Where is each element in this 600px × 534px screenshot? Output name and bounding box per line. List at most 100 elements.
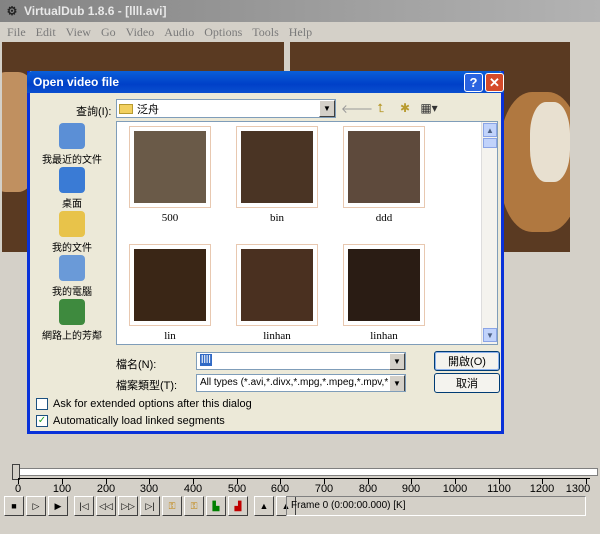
file-thumbnail[interactable]: [343, 244, 425, 326]
tick-label: 1300: [565, 483, 591, 495]
filetype-dropdown[interactable]: All types (*.avi,*.divx,*.mpg,*.mpeg,*.m…: [196, 374, 406, 392]
new-folder-icon[interactable]: ✱: [396, 99, 414, 117]
file-thumbnail[interactable]: [236, 126, 318, 208]
menu-tools[interactable]: Tools: [247, 25, 284, 40]
tick-label: 800: [358, 483, 378, 495]
transport-controls: ■ ▷ ▶ |◁ ◁◁ ▷▷ ▷| ⚿ ⚿ ▙ ▟ ▲ ▲: [4, 496, 296, 516]
close-button[interactable]: ✕: [485, 73, 504, 92]
tick-label: 900: [401, 483, 421, 495]
up-folder-icon[interactable]: ⮤: [372, 99, 390, 117]
file-thumbnail[interactable]: [129, 126, 211, 208]
place-my-computer[interactable]: 我的電腦: [34, 255, 110, 298]
play-input-button[interactable]: ▷: [26, 496, 46, 516]
place-label: 桌面: [62, 199, 82, 210]
linked-segments-row[interactable]: ✓ Automatically load linked segments: [36, 415, 225, 427]
back-arrow-icon[interactable]: 🡐: [341, 99, 373, 117]
filename-input[interactable]: llll ▼: [196, 352, 406, 370]
scrollbar-thumb[interactable]: [483, 138, 497, 148]
my-computer-icon: [59, 255, 85, 281]
app-titlebar: ⚙ VirtualDub 1.8.6 - [llll.avi]: [0, 0, 600, 22]
stop-button[interactable]: ■: [4, 496, 24, 516]
file-name-label[interactable]: lin: [129, 330, 211, 342]
scroll-up-icon[interactable]: ▲: [483, 123, 497, 137]
play-output-button[interactable]: ▶: [48, 496, 68, 516]
video-thumbnail-image: [348, 131, 420, 203]
frame-info: Frame 0 (0:00:00.000) [K]: [286, 496, 586, 516]
tick-label: 1100: [487, 483, 511, 495]
file-name-label[interactable]: 500: [129, 212, 211, 224]
mark-in-button[interactable]: ▲: [254, 496, 274, 516]
menu-video[interactable]: Video: [121, 25, 160, 40]
linked-segments-label[interactable]: Automatically load linked segments: [53, 415, 225, 427]
prev-scene-button[interactable]: ▙: [206, 496, 226, 516]
views-menu-icon[interactable]: ▦▾: [420, 99, 438, 117]
tick-label: 300: [139, 483, 159, 495]
menu-view[interactable]: View: [61, 25, 96, 40]
open-video-dialog: Open video file ? ✕ 查詢(I): 泛舟 ▼ 🡐 ⮤ ✱ ▦▾…: [27, 71, 504, 434]
video-thumbnail-image: [134, 249, 206, 321]
linked-segments-checkbox[interactable]: ✓: [36, 415, 48, 427]
video-thumbnail-image: [348, 249, 420, 321]
video-thumbnail-image: [241, 131, 313, 203]
open-button[interactable]: 開啟(O): [434, 351, 500, 371]
cancel-button[interactable]: 取消: [434, 373, 500, 393]
network-places-icon: [59, 299, 85, 325]
frame-ruler: 0 100 200 300 400 500 600 700 800 900 10…: [15, 478, 590, 495]
go-end-button[interactable]: ▷|: [140, 496, 160, 516]
place-desktop[interactable]: 桌面: [34, 167, 110, 210]
place-label: 我的電腦: [52, 287, 92, 298]
step-forward-button[interactable]: ▷▷: [118, 496, 138, 516]
tick-label: 400: [183, 483, 203, 495]
file-name-label[interactable]: bin: [236, 212, 318, 224]
position-track[interactable]: [14, 468, 598, 476]
chevron-down-icon[interactable]: ▼: [319, 100, 335, 117]
file-list: 500 bin ddd lin linhan linhan ▲ ▼: [116, 121, 498, 345]
menu-audio[interactable]: Audio: [159, 25, 199, 40]
desktop-icon: [59, 167, 85, 193]
next-keyframe-button[interactable]: ⚿: [184, 496, 204, 516]
app-icon: ⚙: [6, 4, 18, 18]
menu-go[interactable]: Go: [96, 25, 121, 40]
step-back-button[interactable]: ◁◁: [96, 496, 116, 516]
my-documents-icon: [59, 211, 85, 237]
extended-options-checkbox[interactable]: [36, 398, 48, 410]
extended-options-row[interactable]: Ask for extended options after this dial…: [36, 398, 252, 410]
chevron-down-icon[interactable]: ▼: [389, 375, 405, 391]
tick-label: 200: [96, 483, 116, 495]
timeline: 0 100 200 300 400 500 600 700 800 900 10…: [0, 462, 600, 534]
tick-label: 500: [227, 483, 247, 495]
menu-edit[interactable]: Edit: [31, 25, 61, 40]
prev-keyframe-button[interactable]: ⚿: [162, 496, 182, 516]
lookin-dropdown[interactable]: 泛舟 ▼: [116, 99, 336, 118]
tick-label: 700: [314, 483, 334, 495]
filename-label: 檔名(N):: [116, 359, 157, 371]
places-bar: 我最近的文件 桌面 我的文件 我的電腦 網路上的芳鄰: [34, 123, 110, 345]
next-scene-button[interactable]: ▟: [228, 496, 248, 516]
file-name-label[interactable]: linhan: [343, 330, 425, 342]
folder-icon: [119, 103, 133, 114]
file-thumbnail[interactable]: [236, 244, 318, 326]
file-thumbnail[interactable]: [343, 126, 425, 208]
chevron-down-icon[interactable]: ▼: [389, 353, 405, 370]
video-thumbnail-image: [134, 131, 206, 203]
file-thumbnail[interactable]: [129, 244, 211, 326]
menu-help[interactable]: Help: [284, 25, 317, 40]
recent-documents-icon: [59, 123, 85, 149]
place-network[interactable]: 網路上的芳鄰: [34, 299, 110, 342]
scroll-down-icon[interactable]: ▼: [483, 328, 497, 342]
tick-label: 0: [14, 483, 22, 495]
help-button[interactable]: ?: [464, 73, 483, 92]
place-recent[interactable]: 我最近的文件: [34, 123, 110, 166]
video-thumbnail-image: [241, 249, 313, 321]
place-label: 我的文件: [52, 243, 92, 254]
file-list-scrollbar[interactable]: ▲ ▼: [481, 122, 497, 344]
tick-label: 1000: [442, 483, 468, 495]
file-name-label[interactable]: ddd: [343, 212, 425, 224]
place-my-documents[interactable]: 我的文件: [34, 211, 110, 254]
file-name-label[interactable]: linhan: [236, 330, 318, 342]
go-start-button[interactable]: |◁: [74, 496, 94, 516]
menu-file[interactable]: File: [2, 25, 31, 40]
place-label: 網路上的芳鄰: [42, 331, 102, 342]
extended-options-label[interactable]: Ask for extended options after this dial…: [53, 398, 252, 410]
menu-options[interactable]: Options: [199, 25, 247, 40]
